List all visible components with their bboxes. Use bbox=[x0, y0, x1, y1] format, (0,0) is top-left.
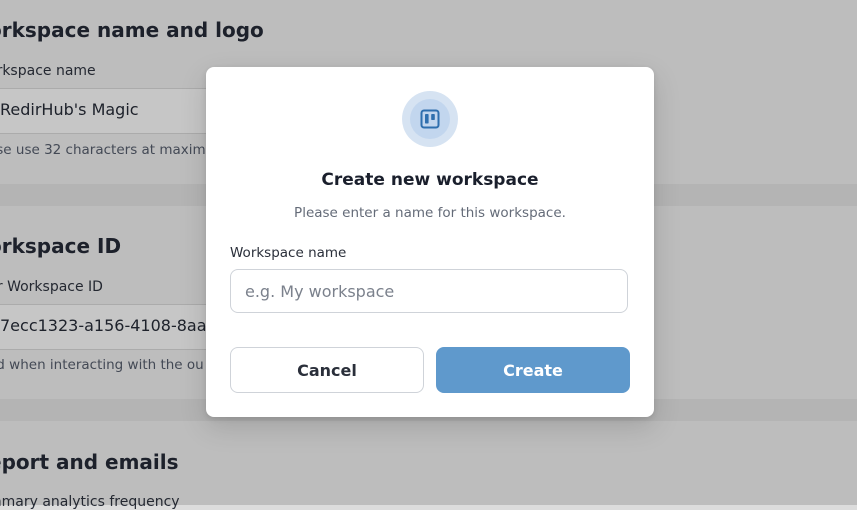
cancel-button[interactable]: Cancel bbox=[230, 347, 424, 393]
kanban-board-icon bbox=[420, 109, 440, 129]
dialog-title: Create new workspace bbox=[321, 170, 539, 190]
workspace-name-label: Workspace name bbox=[230, 245, 347, 261]
workspace-name-input[interactable] bbox=[230, 269, 628, 313]
dialog-subtitle: Please enter a name for this workspace. bbox=[294, 205, 566, 221]
create-button[interactable]: Create bbox=[436, 347, 630, 393]
workspace-icon-badge bbox=[402, 91, 458, 147]
create-workspace-dialog: Create new workspace Please enter a name… bbox=[206, 67, 654, 417]
